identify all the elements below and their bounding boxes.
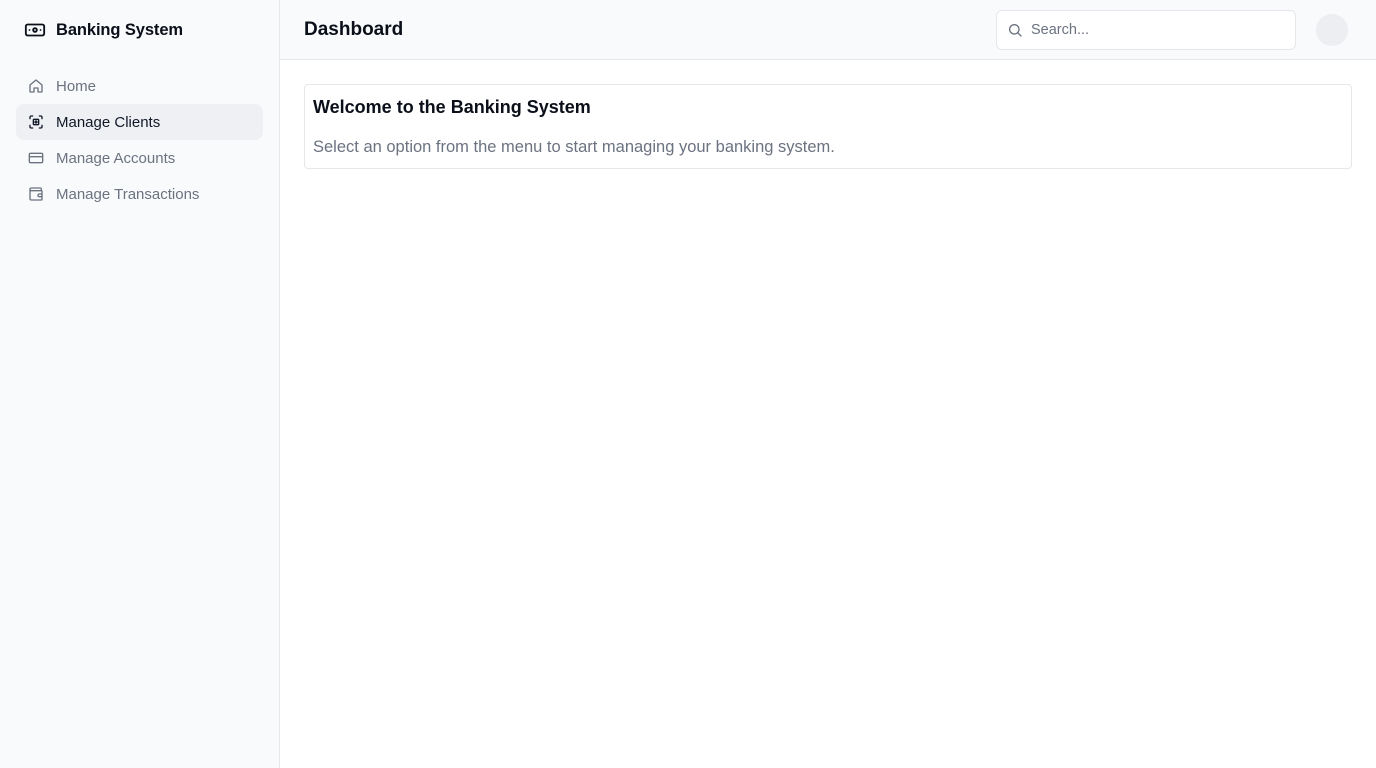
wallet-icon [28, 186, 44, 202]
page-title: Dashboard [304, 18, 404, 40]
home-icon [28, 78, 44, 94]
brand-title: Banking System [56, 20, 183, 39]
sidebar-item-label: Manage Clients [56, 113, 161, 131]
scan-face-icon [28, 114, 44, 130]
avatar[interactable] [1316, 13, 1348, 46]
banknote-icon [24, 19, 46, 41]
search-icon [1007, 22, 1023, 38]
sidebar-item-manage-clients[interactable]: Manage Clients [16, 104, 263, 140]
welcome-card: Welcome to the Banking System Select an … [304, 84, 1352, 169]
content: Welcome to the Banking System Select an … [280, 60, 1376, 193]
sidebar: Banking System Home Manage Clients Manag… [0, 0, 280, 768]
sidebar-item-label: Home [56, 77, 97, 95]
welcome-text: Select an option from the menu to start … [313, 138, 835, 156]
main-area: Dashboard Welcome to the Banking System … [280, 0, 1376, 768]
sidebar-item-manage-transactions[interactable]: Manage Transactions [16, 176, 263, 212]
sidebar-nav: Home Manage Clients Manage Accounts Mana… [0, 60, 279, 212]
app-shell: Banking System Home Manage Clients Manag… [0, 0, 1376, 768]
search-box[interactable] [996, 9, 1296, 50]
welcome-title: Welcome to the Banking System [313, 97, 591, 117]
sidebar-item-label: Manage Transactions [56, 185, 200, 203]
top-bar: Dashboard [280, 0, 1376, 60]
brand[interactable]: Banking System [0, 0, 279, 60]
sidebar-item-label: Manage Accounts [56, 149, 176, 167]
search-input[interactable] [1031, 21, 1285, 38]
credit-card-icon [28, 150, 44, 166]
sidebar-item-manage-accounts[interactable]: Manage Accounts [16, 140, 263, 176]
sidebar-item-home[interactable]: Home [16, 68, 263, 104]
